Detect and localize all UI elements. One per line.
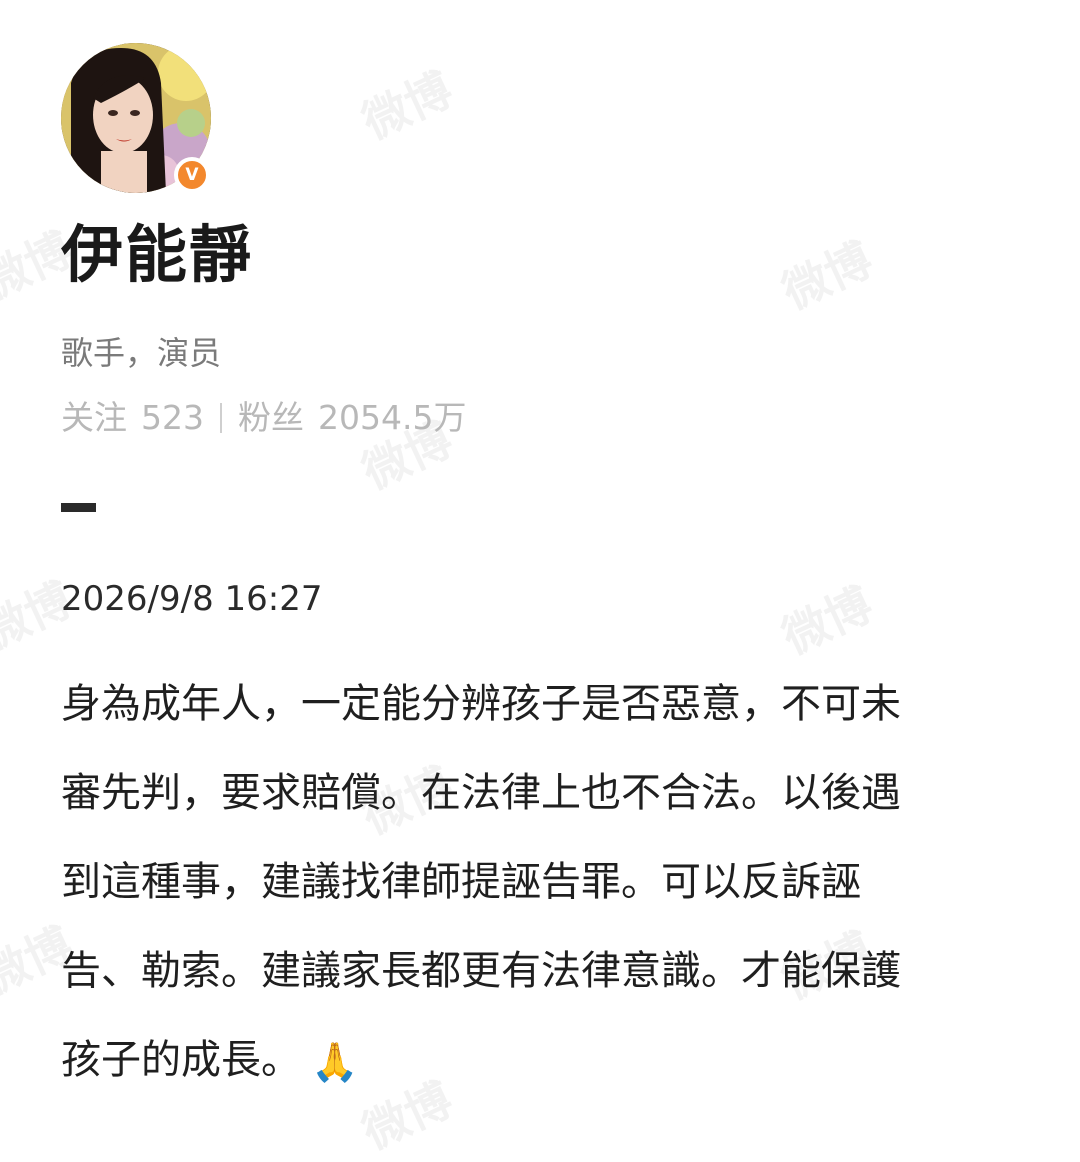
post-last-line: 孩子的成長。 🙏	[61, 1016, 1021, 1107]
post-line: 審先判，要求賠償。在法律上也不合法。以後遇	[61, 770, 901, 816]
follow-stats: 关注 523 粉丝 2054.5万	[61, 398, 466, 438]
watermark: 微博	[774, 576, 881, 665]
post-timestamp: 2026/9/8 16:27	[61, 579, 323, 619]
followers-count: 2054.5万	[318, 398, 467, 437]
folded-hands-icon: 🙏	[311, 1039, 359, 1084]
post-line: 告、勒索。建議家長都更有法律意識。才能保護	[61, 948, 901, 994]
watermark: 微博	[354, 61, 461, 150]
profile-page: 微博 微博 微博 微博 微博 微博 微博 微博 微博 微博 V 伊能靜 歌手，演…	[0, 0, 1080, 1160]
post-line: 到這種事，建議找律師提誣告罪。可以反訴誣	[61, 859, 861, 905]
section-divider	[61, 503, 96, 512]
verified-v-icon: V	[174, 157, 210, 193]
post-line: 孩子的成長。	[61, 1037, 301, 1083]
watermark: 微博	[774, 231, 881, 320]
post-line: 身為成年人，一定能分辨孩子是否惡意，不可未	[61, 681, 901, 727]
followers-stat[interactable]: 粉丝 2054.5万	[238, 398, 466, 438]
verified-text: V	[185, 164, 199, 185]
post-content: 身為成年人，一定能分辨孩子是否惡意，不可未 審先判，要求賠償。在法律上也不合法。…	[61, 660, 1021, 1107]
following-label: 关注	[61, 398, 127, 437]
user-name: 伊能靜	[61, 218, 254, 291]
following-stat[interactable]: 关注 523	[61, 398, 204, 438]
user-bio: 歌手，演员	[61, 334, 222, 372]
followers-label: 粉丝	[238, 398, 304, 437]
following-count: 523	[141, 398, 204, 437]
stats-divider	[220, 402, 222, 433]
